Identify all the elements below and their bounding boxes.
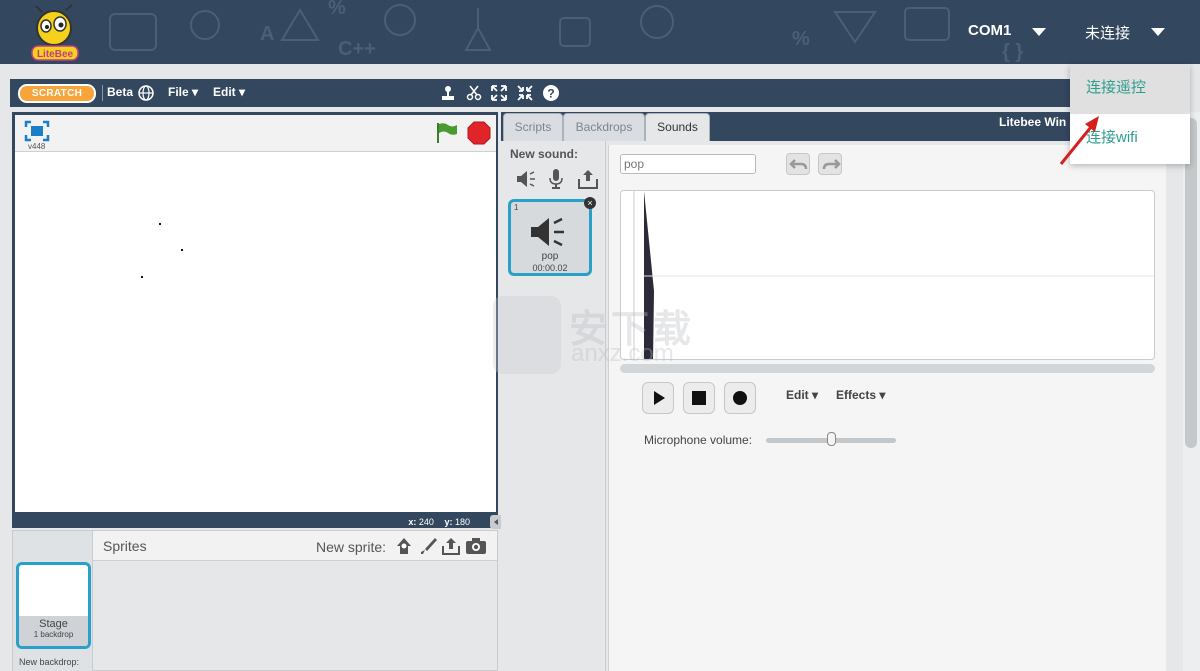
play-icon — [654, 391, 665, 405]
litebee-logo: LiteBee — [31, 4, 79, 61]
annotation-arrow-icon — [1059, 116, 1099, 165]
sounds-workspace: New sound: 1 × pop 00:00.02 pop Edit ▾ E… — [501, 141, 1181, 671]
stage-dot — [181, 249, 183, 251]
mouse-coords: x: 240 y: 180 — [408, 517, 478, 527]
stage-header: v448 — [15, 115, 496, 151]
edit-sound-menu[interactable]: Edit ▾ — [786, 388, 818, 402]
delete-sound-icon[interactable]: × — [584, 197, 596, 209]
stop-square-icon — [692, 391, 706, 405]
sprites-title: Sprites — [103, 538, 147, 554]
sound-item[interactable]: 1 × pop 00:00.02 — [508, 197, 596, 276]
new-sprite-label: New sprite: — [316, 539, 387, 555]
cut-scissors-icon[interactable] — [465, 84, 483, 102]
upload-sound-icon[interactable] — [577, 168, 599, 190]
sprites-header: Sprites New sprite: — [93, 531, 497, 561]
stage-backdrop-count: 1 backdrop — [33, 630, 74, 639]
watermark: 安下载 anxz.com — [493, 296, 713, 376]
paint-brush-icon[interactable] — [419, 536, 439, 556]
file-menu[interactable]: File ▾ — [168, 85, 198, 99]
app-header: A C++ % % { } LiteBee COM1 未连接 — [0, 0, 1200, 64]
stop-button[interactable] — [683, 382, 715, 414]
scrollbar-thumb[interactable] — [1185, 118, 1197, 448]
tab-sounds[interactable]: Sounds — [645, 113, 710, 141]
stage-panel: v448 x: 240 y: 180 — [12, 112, 498, 528]
speaker-icon — [531, 217, 564, 247]
sound-name-input[interactable] — [620, 154, 756, 174]
stage-name: Stage — [39, 618, 68, 630]
version-label: v448 — [28, 142, 46, 151]
sound-editor: Edit ▾ Effects ▾ Microphone volume: — [608, 145, 1166, 671]
sound-index: 1 — [514, 203, 519, 212]
edit-menu[interactable]: Edit ▾ — [213, 85, 245, 99]
watermark-url: anxz.com — [571, 340, 674, 367]
stage-canvas[interactable] — [15, 151, 496, 512]
stage-column: Stage 1 backdrop New backdrop: — [13, 531, 93, 671]
play-button[interactable] — [642, 382, 674, 414]
new-sound-label: New sound: — [510, 147, 578, 161]
record-icon — [733, 391, 747, 405]
upload-sprite-icon[interactable] — [441, 536, 461, 556]
connection-dropdown-icon[interactable] — [1151, 28, 1165, 36]
shrink-icon[interactable] — [516, 84, 534, 102]
redo-button[interactable] — [818, 153, 842, 175]
watermark-shield-icon — [493, 296, 561, 374]
connection-status[interactable]: 未连接 — [1085, 22, 1130, 43]
y-value: 180 — [454, 517, 470, 527]
stop-icon[interactable] — [467, 121, 491, 145]
help-icon[interactable]: ? — [542, 84, 560, 102]
mic-volume-knob[interactable] — [826, 432, 836, 446]
svg-text:C++: C++ — [338, 38, 376, 60]
stage-thumb-label: Stage 1 backdrop — [19, 616, 88, 646]
effects-menu[interactable]: Effects ▾ — [836, 388, 885, 402]
green-flag-icon[interactable] — [434, 121, 458, 145]
stage-dot — [159, 223, 161, 225]
microphone-icon[interactable] — [547, 168, 565, 190]
duplicate-stamp-icon[interactable] — [439, 84, 457, 102]
svg-text:?: ? — [547, 87, 554, 101]
sound-duration: 00:00.02 — [532, 263, 568, 273]
grow-icon[interactable] — [490, 84, 508, 102]
sprite-library-icon[interactable] — [394, 536, 414, 556]
redo-icon — [822, 159, 841, 170]
new-backdrop-label: New backdrop: — [19, 657, 80, 667]
presentation-mode-icon[interactable] — [24, 120, 50, 142]
record-button[interactable] — [724, 382, 756, 414]
stage-thumbnail[interactable]: Stage 1 backdrop — [16, 562, 91, 649]
sprites-panel: Stage 1 backdrop New backdrop: Sprites N… — [12, 530, 498, 671]
y-label: y: — [444, 517, 453, 527]
port-label[interactable]: COM1 — [968, 22, 1011, 39]
sound-library-icon[interactable] — [515, 169, 537, 189]
beta-label: Beta — [107, 85, 134, 99]
header-pattern: A C++ % % { } — [109, 0, 1023, 63]
svg-text:LiteBee: LiteBee — [37, 49, 74, 60]
connect-remote-option[interactable]: 连接遥控 — [1070, 64, 1190, 114]
x-label: x: — [408, 517, 417, 527]
scratch-logo[interactable]: SCRATCH — [18, 84, 96, 103]
globe-icon[interactable] — [137, 84, 155, 102]
mic-volume-label: Microphone volume: — [644, 433, 753, 447]
page-scrollbar[interactable] — [1183, 112, 1200, 671]
editor-panel: Scripts Backdrops Sounds Litebee Win New… — [501, 112, 1181, 671]
tab-scripts[interactable]: Scripts — [503, 113, 563, 141]
undo-icon — [789, 159, 808, 170]
x-value: 240 — [418, 517, 434, 527]
svg-text:{ }: { } — [1002, 41, 1023, 63]
sound-list: New sound: 1 × pop 00:00.02 — [501, 141, 606, 671]
port-dropdown-icon[interactable] — [1032, 28, 1046, 36]
undo-button[interactable] — [786, 153, 810, 175]
camera-icon[interactable] — [465, 536, 487, 556]
svg-text:%: % — [792, 28, 810, 50]
svg-text:%: % — [328, 0, 346, 19]
svg-text:A: A — [260, 23, 274, 45]
scratch-menubar: SCRATCH Beta File ▾ Edit ▾ ? — [10, 79, 1190, 107]
stage-dot — [141, 276, 143, 278]
tab-backdrops[interactable]: Backdrops — [563, 113, 645, 141]
sound-name: pop — [541, 251, 559, 262]
